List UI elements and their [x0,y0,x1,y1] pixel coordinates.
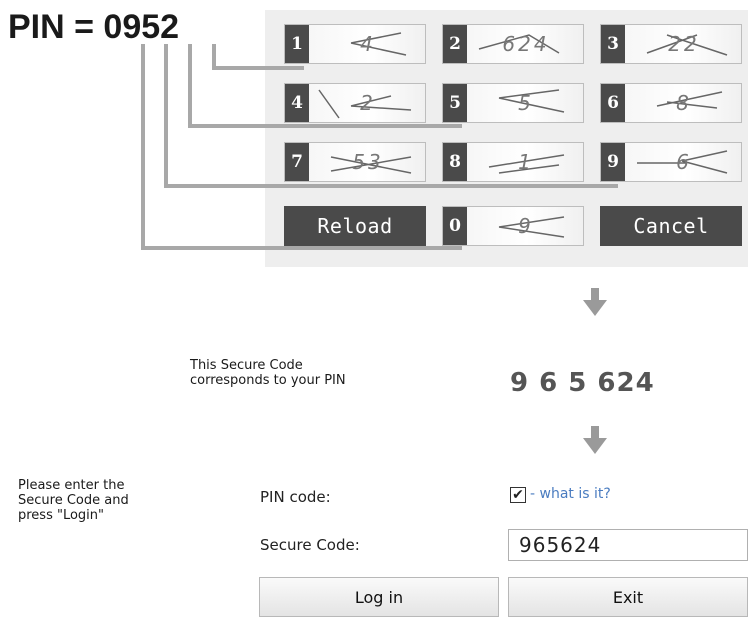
instructions: Please enter the Secure Code and press "… [18,478,129,523]
reload-button[interactable]: Reload [284,206,426,246]
captcha-text: 1 [518,150,534,174]
key-2[interactable]: 2 624 [442,24,584,64]
captcha-image: 22 [627,25,741,63]
secure-code-note: This Secure Code corresponds to your PIN [190,358,346,388]
key-3[interactable]: 3 22 [600,24,742,64]
connector-line [164,184,618,188]
instruction-line: press "Login" [18,508,105,523]
key-1[interactable]: 1 4 [284,24,426,64]
secure-code-label: Secure Code: [260,536,360,554]
key-6[interactable]: 6 8 [600,83,742,123]
connector-line [188,44,192,128]
captcha-image: 624 [469,25,583,63]
captcha-text: 22 [668,32,700,56]
key-number: 7 [285,143,309,181]
captcha-text: 53 [352,150,384,174]
captcha-image: 9 [469,207,583,245]
captcha-image: 8 [627,84,741,122]
checkmark-icon: ✔ [512,487,524,503]
captcha-text: 6 [676,150,692,174]
captcha-image: 5 [469,84,583,122]
key-4[interactable]: 4 2 [284,83,426,123]
instruction-line: Secure Code and [18,493,129,508]
captcha-image: 2 [311,84,425,122]
key-9[interactable]: 9 6 [600,142,742,182]
key-7[interactable]: 7 53 [284,142,426,182]
login-button[interactable]: Log in [259,577,499,617]
captcha-text: 4 [360,32,376,56]
captcha-text: 5 [518,91,534,115]
key-number: 1 [285,25,309,63]
secure-code-input[interactable]: 965624 [508,529,748,561]
captcha-text: 8 [676,91,692,115]
captcha-text: 624 [502,32,550,56]
key-5[interactable]: 5 5 [442,83,584,123]
captcha-text: 2 [360,91,376,115]
pin-code-label: PIN code: [260,488,331,506]
key-8[interactable]: 8 1 [442,142,584,182]
connector-line [164,44,168,188]
captcha-text: 9 [518,214,534,238]
secure-code-display: 9 6 5 624 [510,368,655,398]
pin-code-checkbox[interactable]: ✔ [510,487,526,503]
pin-title: PIN = 0952 [8,8,180,46]
key-number: 0 [443,207,467,245]
captcha-image: 1 [469,143,583,181]
key-number: 4 [285,84,309,122]
down-arrow-icon [583,288,607,316]
key-number: 3 [601,25,625,63]
key-number: 2 [443,25,467,63]
instruction-line: Please enter the [18,478,125,493]
connector-line [141,44,145,250]
key-0[interactable]: 0 9 [442,206,584,246]
connector-line [212,66,304,70]
captcha-image: 6 [627,143,741,181]
connector-line [141,246,462,250]
captcha-image: 53 [311,143,425,181]
connector-line [188,124,462,128]
down-arrow-icon [583,426,607,454]
key-number: 8 [443,143,467,181]
exit-button[interactable]: Exit [508,577,748,617]
captcha-image: 4 [311,25,425,63]
note-line: corresponds to your PIN [190,373,346,388]
key-number: 6 [601,84,625,122]
key-number: 5 [443,84,467,122]
cancel-button[interactable]: Cancel [600,206,742,246]
note-line: This Secure Code [190,358,303,373]
key-number: 9 [601,143,625,181]
what-is-it-link[interactable]: - what is it? [530,486,611,502]
